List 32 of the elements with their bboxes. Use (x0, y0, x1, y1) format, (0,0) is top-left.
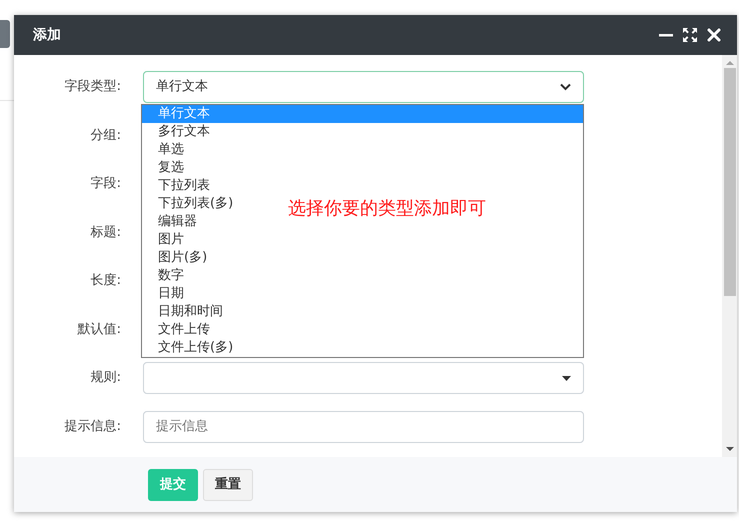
close-icon[interactable] (707, 28, 721, 42)
reset-button[interactable]: 重置 (203, 468, 253, 500)
type-select[interactable]: 单行文本 (143, 71, 584, 103)
field-label: 字段类型: (64, 78, 121, 96)
caret-icon (562, 376, 571, 380)
field-label: 标题: (90, 224, 121, 242)
field-label: 字段: (90, 175, 121, 194)
field-label: 规则: (90, 369, 121, 388)
dropdown-option[interactable]: 图片(多) (142, 249, 212, 267)
dropdown-option[interactable]: 日期和时间 (142, 303, 227, 321)
field-label: 默认值: (76, 320, 121, 339)
dropdown-option[interactable]: 复选 (142, 159, 188, 177)
dropdown-option[interactable]: 文件上传(多) (142, 339, 238, 357)
input-field[interactable]: 提示信息 (143, 410, 584, 442)
dropdown-option[interactable]: 编辑器 (142, 213, 201, 231)
dropdown-option[interactable]: 下拉列表 (142, 177, 214, 195)
dropdown-option[interactable]: 数字 (142, 267, 188, 285)
chevron-down-icon (560, 83, 571, 91)
dropdown-option[interactable]: 下拉列表(多) (142, 195, 238, 213)
annotation-text: 选择你要的类型添加即可 (288, 197, 486, 221)
dropdown-option[interactable]: 多行文本 (142, 123, 214, 141)
dialog-title: 添加 (33, 26, 61, 44)
dropdown-option[interactable]: 日期 (142, 285, 188, 303)
scrollbar[interactable] (722, 55, 737, 457)
dropdown-option[interactable]: 图片 (142, 231, 188, 249)
field-label: 分组: (90, 126, 121, 145)
dropdown-option[interactable]: 文件上传 (142, 321, 214, 339)
scroll-down-icon[interactable] (726, 446, 734, 452)
dropdown-option[interactable]: 单选 (142, 141, 188, 159)
field-label: 提示信息: (64, 418, 121, 436)
field-label: 长度: (90, 272, 121, 290)
maximize-icon[interactable] (683, 28, 697, 42)
